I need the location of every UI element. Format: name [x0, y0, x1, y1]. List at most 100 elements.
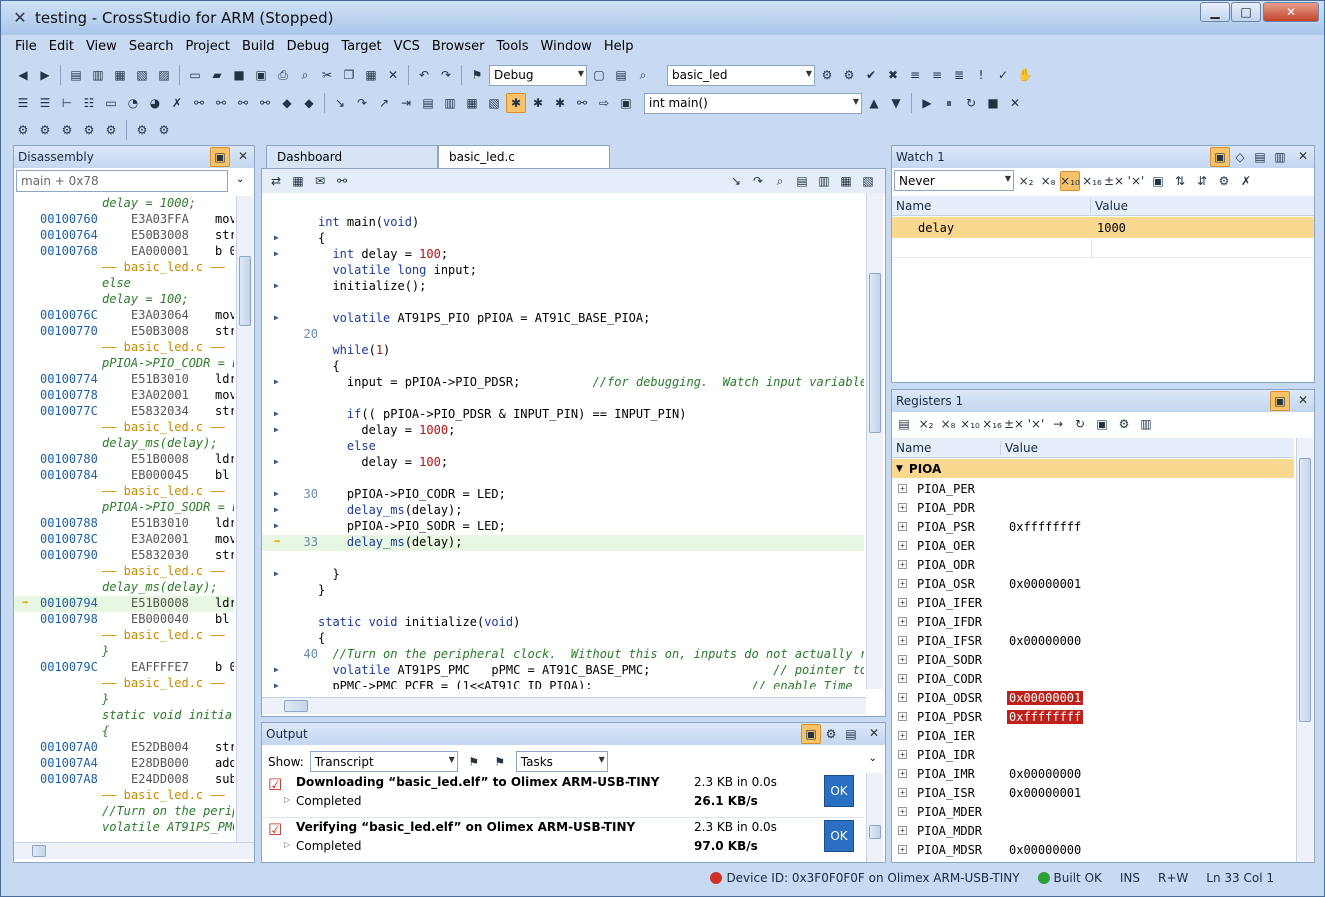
reg-export-icon[interactable]: ▣: [1092, 414, 1112, 434]
output-close-icon[interactable]: ✕: [869, 726, 879, 740]
output-item[interactable]: ☑ Downloading “basic_led.elf” to Olimex …: [262, 773, 864, 817]
breakpoint-margin-icon[interactable]: ▶: [274, 425, 279, 434]
output-show-select[interactable]: Transcript ▼: [309, 751, 458, 772]
editor-bm2-icon[interactable]: ▥: [814, 171, 834, 191]
menu-file[interactable]: File: [9, 37, 43, 59]
register-row[interactable]: + PIOA_IFSR 0x00000000: [892, 631, 1294, 650]
register-row[interactable]: + PIOA_IDR: [892, 745, 1294, 764]
disassembly-line[interactable]: —— basic_led.c ——: [14, 340, 234, 356]
expand-plus-icon[interactable]: +: [898, 769, 907, 778]
code-line[interactable]: [262, 471, 864, 487]
expand-arrow-icon[interactable]: ▷: [284, 840, 290, 849]
disassembly-options-icon[interactable]: ▣: [210, 147, 230, 167]
disassembly-line[interactable]: —— basic_led.c ——: [14, 628, 234, 644]
alert-icon[interactable]: !: [971, 65, 991, 85]
code-line[interactable]: 40 //Turn on the peripheral clock. Witho…: [262, 647, 864, 663]
target-properties-icon[interactable]: ⚙: [154, 120, 174, 140]
disassembly-line[interactable]: //Turn on the perip: [14, 804, 234, 820]
open-folder-icon[interactable]: ▰: [207, 65, 227, 85]
disassembly-line[interactable]: 0010077C E5832034 str: [14, 404, 234, 420]
debug-disconnect-icon[interactable]: ✕: [1005, 93, 1025, 113]
close-button[interactable]: ✕: [1263, 2, 1319, 22]
code-line[interactable]: ▶ }: [262, 567, 864, 583]
register-row[interactable]: + PIOA_ODSR 0x00000001: [892, 688, 1294, 707]
save-icon[interactable]: ■: [229, 65, 249, 85]
breakpoint-margin-icon[interactable]: ▶: [274, 377, 279, 386]
disassembly-line[interactable]: volatile AT91PS_PMC: [14, 820, 234, 836]
expand-plus-icon[interactable]: +: [898, 522, 907, 531]
indent-icon[interactable]: ≡: [905, 65, 925, 85]
run-to-cursor-icon[interactable]: ⇥: [396, 93, 416, 113]
watch-remove-icon[interactable]: ✗: [1236, 171, 1256, 191]
code-line[interactable]: ▶ if(( pPIOA->PIO_PDSR & INPUT_PIN) == I…: [262, 407, 864, 423]
find-replace-icon[interactable]: ⚯: [255, 93, 275, 113]
code-line[interactable]: [262, 295, 864, 311]
editor-nav-icon[interactable]: ⇄: [266, 171, 286, 191]
paste-icon[interactable]: ▦: [361, 65, 381, 85]
minimize-button[interactable]: ▁: [1200, 2, 1230, 22]
layout-menu-icon[interactable]: ▤: [611, 65, 631, 85]
register-row[interactable]: + PIOA_PDR: [892, 498, 1294, 517]
disassembly-line[interactable]: —— basic_led.c ——: [14, 484, 234, 500]
code-line[interactable]: ▶ delay = 100;: [262, 455, 864, 471]
step-into-icon[interactable]: ↘: [330, 93, 350, 113]
quick-watch-icon[interactable]: ⚯: [572, 93, 592, 113]
disassembly-line[interactable]: 00100774 E51B3010 ldr: [14, 372, 234, 388]
outdent-icon[interactable]: ≡: [927, 65, 947, 85]
watch-add-icon[interactable]: ▣: [1148, 171, 1168, 191]
registers-group-row[interactable]: ▼ PIOA: [892, 459, 1294, 478]
register-row[interactable]: + PIOA_IMR 0x00000000: [892, 764, 1294, 783]
new-file-icon[interactable]: ▭: [185, 65, 205, 85]
expand-plus-icon[interactable]: +: [898, 826, 907, 835]
target-erase-icon[interactable]: ⚙: [79, 120, 99, 140]
reg-format-hex-icon[interactable]: ×₁₆: [982, 414, 1002, 434]
editor-hscroll[interactable]: [262, 697, 866, 714]
register-row[interactable]: + PIOA_ODR: [892, 555, 1294, 574]
code-editor[interactable]: int main(void) ▶{▶ int delay = 100; volat…: [262, 199, 864, 689]
disassembly-line[interactable]: 001007A0 E52DB004 str: [14, 740, 234, 756]
reg-format-decimal-icon[interactable]: ×₁₀: [960, 414, 980, 434]
menu-search[interactable]: Search: [123, 37, 180, 59]
menu-build[interactable]: Build: [236, 37, 281, 59]
register-row[interactable]: + PIOA_IFER: [892, 593, 1294, 612]
code-line[interactable]: [262, 391, 864, 407]
expand-arrow-icon[interactable]: ▷: [284, 795, 290, 804]
disassembly-hscroll-thumb[interactable]: [32, 845, 46, 857]
menu-project[interactable]: Project: [179, 37, 235, 59]
locals-icon[interactable]: ▥: [440, 93, 460, 113]
code-line[interactable]: else: [262, 439, 864, 455]
code-line[interactable]: ▶ volatile AT91PS_PIO pPIOA = AT91C_BASE…: [262, 311, 864, 327]
code-line[interactable]: ▶ delay_ms(delay);: [262, 503, 864, 519]
disassembly-line[interactable]: 00100790 E5832030 str: [14, 548, 234, 564]
hand-icon[interactable]: ✋: [1015, 65, 1035, 85]
status-build[interactable]: Built OK: [1054, 871, 1102, 885]
bookmark-list-icon[interactable]: ▨: [154, 65, 174, 85]
code-line[interactable]: ▶ int delay = 100;: [262, 247, 864, 263]
step-over-icon[interactable]: ↷: [352, 93, 372, 113]
menu-vcs[interactable]: VCS: [388, 37, 426, 59]
expand-plus-icon[interactable]: +: [898, 560, 907, 569]
editor-stepover-icon[interactable]: ↷: [748, 171, 768, 191]
format-char-icon[interactable]: '×': [1126, 171, 1146, 191]
breakpoint-margin-icon[interactable]: ▶: [274, 249, 279, 258]
watch-update-select[interactable]: Never ▼: [894, 170, 1014, 191]
code-line[interactable]: ▶ volatile AT91PS_PMC pPMC = AT91C_BASE_…: [262, 663, 864, 679]
disassembly-line[interactable]: static void initial: [14, 708, 234, 724]
expand-plus-icon[interactable]: +: [898, 788, 907, 797]
watch-col-name[interactable]: Name: [892, 198, 1091, 213]
code-line[interactable]: [262, 599, 864, 615]
breakpoint-margin-icon[interactable]: ▶: [274, 233, 279, 242]
tab-dashboard[interactable]: Dashboard: [266, 145, 438, 169]
breakpoint-margin-icon[interactable]: ▶: [274, 505, 279, 514]
forward-icon[interactable]: ▶: [35, 65, 55, 85]
status-device[interactable]: Device ID: 0x3F0F0F0F on Olimex ARM-USB-…: [726, 871, 1019, 885]
disassembly-vscroll-thumb[interactable]: [239, 256, 251, 326]
register-row[interactable]: + PIOA_ISR 0x00000001: [892, 783, 1294, 802]
compile-icon[interactable]: ⚙: [817, 65, 837, 85]
undo-icon[interactable]: ↶: [414, 65, 434, 85]
bookmark-icon[interactable]: ▤: [66, 65, 86, 85]
debug-break-icon[interactable]: ⏸: [939, 93, 959, 113]
editor-step-icon[interactable]: ↘: [726, 171, 746, 191]
window-layout-icon[interactable]: ▢: [589, 65, 609, 85]
watch-row[interactable]: delay 1000: [892, 217, 1314, 238]
